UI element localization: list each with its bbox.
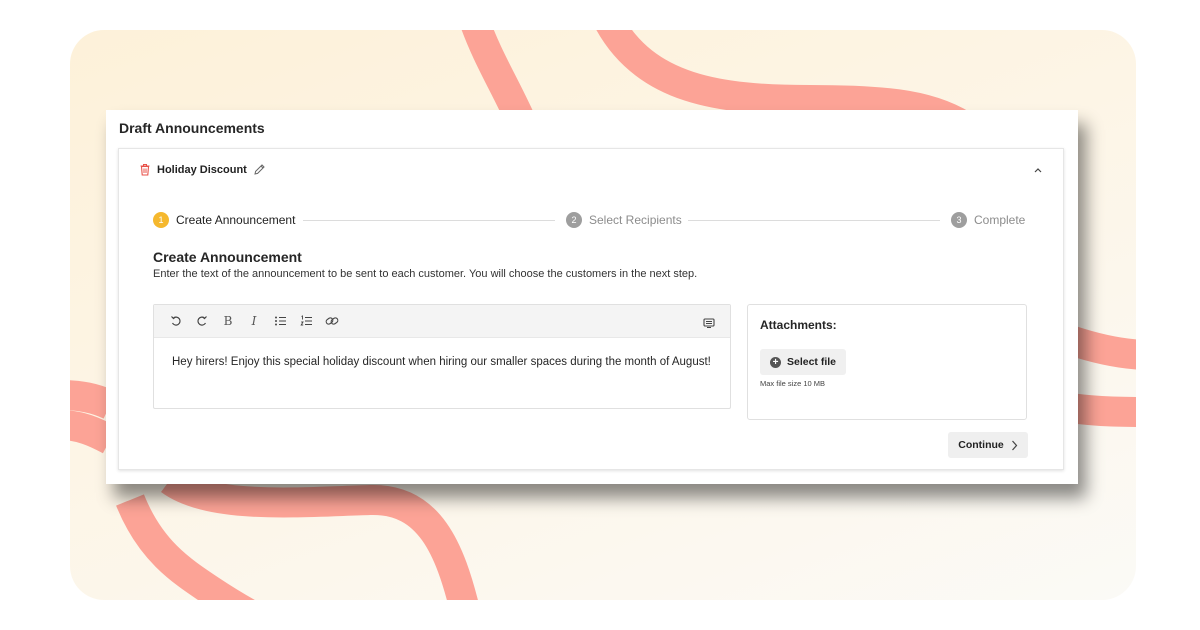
- italic-icon[interactable]: I: [241, 311, 267, 331]
- announcement-name: Holiday Discount: [157, 163, 247, 176]
- max-file-size-note: Max file size 10 MB: [760, 379, 826, 388]
- preview-icon[interactable]: [696, 313, 722, 333]
- step-number: 3: [951, 212, 967, 228]
- redo-icon[interactable]: [189, 311, 215, 331]
- plus-circle-icon: +: [769, 356, 781, 368]
- trash-icon[interactable]: [139, 163, 151, 176]
- step-label: Complete: [974, 213, 1026, 227]
- editor-toolbar: B I: [154, 305, 730, 338]
- bullet-list-icon[interactable]: [267, 311, 293, 331]
- announcement-panel: Holiday Discount 1 Create Announcement 2…: [118, 148, 1064, 470]
- link-icon[interactable]: [319, 311, 345, 331]
- section-title: Create Announcement: [153, 249, 302, 265]
- attachments-title: Attachments:: [760, 318, 837, 332]
- continue-label: Continue: [958, 439, 1004, 451]
- step-connector: [303, 220, 555, 221]
- announcement-header: Holiday Discount: [139, 163, 266, 176]
- step-number: 2: [566, 212, 582, 228]
- step-label: Create Announcement: [176, 213, 296, 227]
- section-description: Enter the text of the announcement to be…: [153, 268, 698, 280]
- chevron-up-icon[interactable]: [1031, 163, 1045, 177]
- continue-button[interactable]: Continue: [948, 432, 1028, 458]
- select-file-label: Select file: [786, 356, 837, 368]
- select-file-button[interactable]: + Select file: [760, 349, 846, 375]
- step-complete[interactable]: 3 Complete: [951, 212, 1025, 228]
- pencil-icon[interactable]: [253, 163, 266, 176]
- attachments-panel: Attachments: + Select file Max file size…: [747, 304, 1027, 420]
- page-title: Draft Announcements: [119, 120, 265, 136]
- draft-announcements-card: Draft Announcements Holiday Discount 1 C…: [106, 110, 1078, 484]
- stepper: 1 Create Announcement 2 Select Recipient…: [153, 212, 1029, 228]
- step-create-announcement[interactable]: 1 Create Announcement: [153, 212, 295, 228]
- bold-icon[interactable]: B: [215, 311, 241, 331]
- step-number: 1: [153, 212, 169, 228]
- step-select-recipients[interactable]: 2 Select Recipients: [566, 212, 682, 228]
- chevron-right-icon: [1011, 440, 1018, 450]
- numbered-list-icon[interactable]: [293, 311, 319, 331]
- editor-content[interactable]: Hey hirers! Enjoy this special holiday d…: [154, 338, 730, 371]
- rich-text-editor: B I Hey hirers! Enjoy this special holid…: [153, 304, 731, 409]
- undo-icon[interactable]: [163, 311, 189, 331]
- step-connector: [688, 220, 940, 221]
- step-label: Select Recipients: [589, 213, 682, 227]
